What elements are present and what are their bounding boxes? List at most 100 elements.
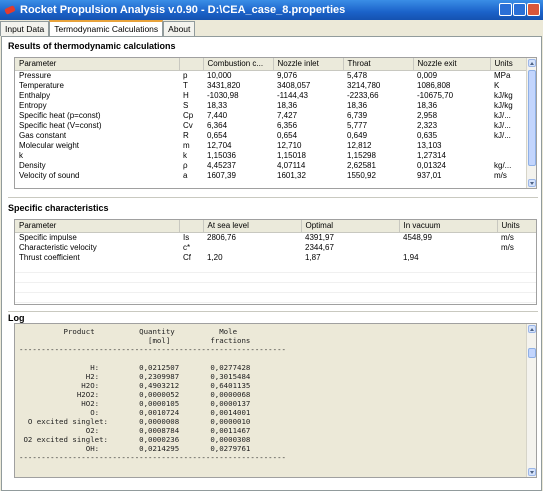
table-cell: Specific impulse <box>19 232 77 242</box>
column-header[interactable]: Units <box>497 220 536 233</box>
scrollbar-thumb[interactable] <box>528 348 536 358</box>
table-cell: k <box>183 150 187 160</box>
table-row[interactable]: Pressure p 10,000 9,076 5,478 0,009 MPa <box>15 70 528 81</box>
column-header[interactable]: In vacuum <box>399 220 498 233</box>
table-cell: 0,649 <box>347 130 368 140</box>
table-row[interactable]: Specific impulse Is 2806,76 4391,97 4548,99 m… <box>15 232 536 243</box>
scrollbar-thumb[interactable] <box>528 70 536 166</box>
table-cell: kg/... <box>494 160 512 170</box>
table-cell: 1,15298 <box>347 150 376 160</box>
table-cell: Specific heat (p=const) <box>19 110 101 120</box>
log-line: ----------------------------------------… <box>19 453 286 462</box>
log-line: O excited singlet: 0,0000008 0,0000010 <box>19 417 251 426</box>
column-header[interactable]: Parameter <box>15 220 180 233</box>
table-row[interactable]: Thrust coefficient Cf 1,20 1,87 1,94 <box>15 253 536 263</box>
log-panel[interactable]: Product Quantity Mole [mol] fractions ---… <box>14 323 537 478</box>
thermo-table-scrollbar[interactable] <box>526 58 536 188</box>
scroll-up-arrow-icon[interactable] <box>528 59 536 67</box>
table-cell: Velocity of sound <box>19 170 80 180</box>
table-row[interactable]: Entropy S 18,33 18,36 18,36 18,36 kJ/kg <box>15 101 528 111</box>
log-section-title: Log <box>8 313 25 323</box>
log-line: HO2: 0,0000105 0,0000137 <box>19 399 251 408</box>
table-row[interactable]: Velocity of sound a 1607,39 1601,32 1550,92 9… <box>15 171 528 181</box>
table-cell: 1,94 <box>403 252 419 262</box>
table-cell: 7,440 <box>207 110 228 120</box>
table-cell: c* <box>183 242 191 252</box>
specific-section-title: Specific characteristics <box>8 203 109 213</box>
table-cell: -10675,70 <box>417 90 454 100</box>
log-line: [mol] fractions <box>19 336 251 345</box>
table-row[interactable]: Enthalpy H -1030,98 -1144,43 -2233,66 -10675,… <box>15 91 528 101</box>
column-header[interactable] <box>179 220 204 233</box>
table-row[interactable]: Molecular weight m 12,704 12,710 12,812 13,10… <box>15 141 528 151</box>
thermo-results-table[interactable]: Parameter Combustion c... Nozzle inlet Thro… <box>14 57 537 189</box>
column-header[interactable] <box>179 58 204 71</box>
specific-characteristics-table[interactable]: Parameter At sea level Optimal In vacuum Uni… <box>14 219 537 305</box>
table-cell: 2,62581 <box>347 160 376 170</box>
table-cell: Density <box>19 160 46 170</box>
column-header[interactable]: Throat <box>343 58 414 71</box>
table-cell: 0,654 <box>277 130 298 140</box>
table-cell: k <box>19 150 23 160</box>
table-cell: a <box>183 170 188 180</box>
column-header[interactable]: Units <box>490 58 529 71</box>
table-cell: 6,356 <box>277 120 298 130</box>
table-cell: 12,710 <box>277 140 302 150</box>
table-cell: kJ/kg <box>494 100 513 110</box>
table-cell: 1,27314 <box>417 150 446 160</box>
table-cell: kJ/... <box>494 120 511 130</box>
empty-row <box>15 292 536 303</box>
log-line: H: 0,0212507 0,0277428 <box>19 363 251 372</box>
log-scrollbar[interactable] <box>526 324 536 477</box>
table-cell: -1030,98 <box>207 90 239 100</box>
log-line: H2O: 0,4903212 0,6401135 <box>19 381 251 390</box>
scroll-down-arrow-icon[interactable] <box>528 179 536 187</box>
scroll-down-arrow-icon[interactable] <box>528 468 536 476</box>
column-header[interactable]: Nozzle inlet <box>273 58 344 71</box>
table-cell: 937,01 <box>417 170 442 180</box>
minimize-button[interactable] <box>499 3 512 16</box>
log-line: OH: 0,0214295 0,0279761 <box>19 444 251 453</box>
column-header[interactable]: At sea level <box>203 220 302 233</box>
maximize-button[interactable] <box>513 3 526 16</box>
column-header[interactable]: Combustion c... <box>203 58 274 71</box>
table-row[interactable]: Specific heat (V=const) Cv 6,364 6,356 5,777… <box>15 121 528 131</box>
table-cell: 5,478 <box>347 70 368 80</box>
column-header[interactable]: Optimal <box>301 220 400 233</box>
table-cell: T <box>183 80 188 90</box>
table-cell: K <box>494 80 500 90</box>
table-cell: 6,739 <box>347 110 368 120</box>
table-cell: 1,87 <box>305 252 321 262</box>
table-cell: 2344,67 <box>305 242 334 252</box>
table-cell: -2233,66 <box>347 90 379 100</box>
tab-about[interactable]: About <box>163 21 196 36</box>
table-cell: 3431,820 <box>207 80 241 90</box>
log-line: O2 excited singlet: 0,0000236 0,0000308 <box>19 435 251 444</box>
table-cell: 2,323 <box>417 120 438 130</box>
table-row[interactable]: Characteristic velocity c* 2344,67 m/s <box>15 243 536 253</box>
column-header[interactable]: Nozzle exit <box>413 58 491 71</box>
table-cell: Cv <box>183 120 193 130</box>
column-header[interactable]: Parameter <box>15 58 180 71</box>
table-cell: Gas constant <box>19 130 67 140</box>
table-cell: 1086,808 <box>417 80 451 90</box>
tab-termodynamic-calculations[interactable]: Termodynamic Calculations <box>49 20 164 36</box>
table-cell: 3408,057 <box>277 80 311 90</box>
table-cell: 18,36 <box>417 100 438 110</box>
table-cell: H <box>183 90 189 100</box>
table-row[interactable]: Density ρ 4,45237 4,07114 2,62581 0,01324 kg/.… <box>15 161 528 171</box>
table-cell: 6,364 <box>207 120 228 130</box>
table-row[interactable]: Gas constant R 0,654 0,654 0,649 0,635 kJ/... <box>15 131 528 141</box>
close-button[interactable] <box>527 3 540 16</box>
title-bar: Rocket Propulsion Analysis v.0.90 - D:\C… <box>0 0 543 20</box>
scroll-up-arrow-icon[interactable] <box>528 325 536 333</box>
table-cell <box>203 243 301 253</box>
table-cell: 5,777 <box>347 120 368 130</box>
table-row[interactable]: Temperature T 3431,820 3408,057 3214,780 1086… <box>15 81 528 91</box>
table-cell: Pressure <box>19 70 52 80</box>
tab-input-data[interactable]: Input Data <box>0 21 50 36</box>
section-divider <box>8 311 538 312</box>
table-row[interactable]: k k 1,15036 1,15018 1,15298 1,27314 <box>15 151 528 161</box>
log-line: ----------------------------------------… <box>19 345 286 354</box>
table-row[interactable]: Specific heat (p=const) Cp 7,440 7,427 6,739… <box>15 111 528 121</box>
